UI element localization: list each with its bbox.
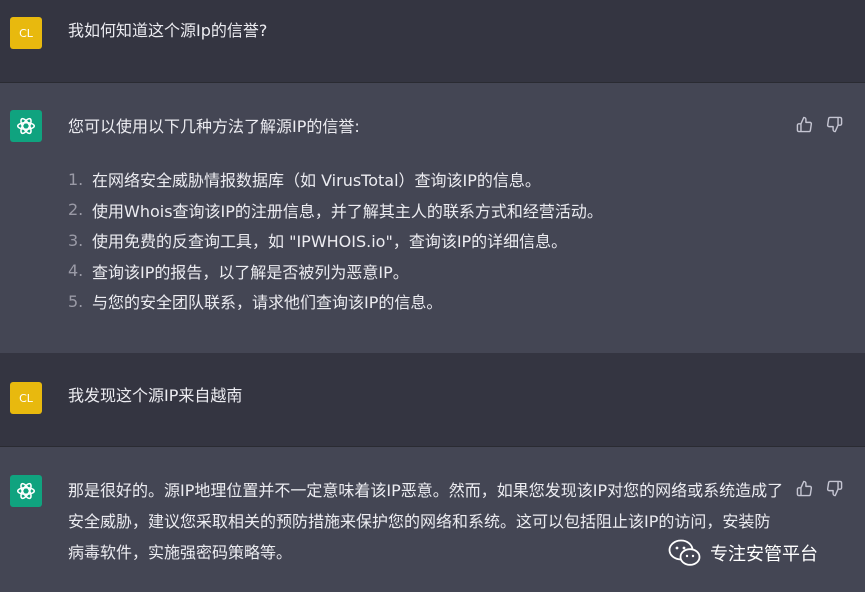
list-item-text: 使用Whois查询该IP的注册信息，并了解其主人的联系方式和经营活动。 bbox=[92, 201, 603, 221]
thumbs-up-icon bbox=[796, 116, 812, 132]
assistant-avatar bbox=[10, 110, 42, 142]
list-item-text: 与您的安全团队联系，请求他们查询该IP的信息。 bbox=[92, 293, 443, 313]
feedback-buttons bbox=[794, 114, 844, 134]
user-avatar-initials: CL bbox=[19, 391, 33, 405]
user-avatar: CL bbox=[10, 17, 42, 49]
watermark: 专注安管平台 bbox=[668, 538, 818, 568]
thumbs-down-icon bbox=[826, 480, 842, 496]
openai-logo-icon bbox=[16, 117, 36, 135]
watermark-text: 专注安管平台 bbox=[710, 544, 818, 565]
thumbs-down-button[interactable] bbox=[824, 478, 844, 498]
assistant-intro-text: 您可以使用以下几种方法了解源IP的信誉: bbox=[68, 117, 360, 136]
user-avatar: CL bbox=[10, 382, 42, 414]
list-item-number: 4. bbox=[68, 261, 84, 281]
method-list: 1. 在网络安全威胁情报数据库（如 VirusTotal）查询该IP的信息。 2.… bbox=[68, 164, 603, 317]
list-item: 3. 使用免费的反查询工具，如 "IPWHOIS.io"，查询该IP的详细信息。 bbox=[68, 225, 603, 256]
assistant-avatar bbox=[10, 475, 42, 507]
thumbs-up-button[interactable] bbox=[794, 478, 814, 498]
list-item-number: 5. bbox=[68, 291, 84, 311]
user-message-text: 我如何知道这个源Ip的信誉? bbox=[68, 21, 268, 40]
list-item-number: 1. bbox=[68, 169, 84, 189]
list-item-text: 使用免费的反查询工具，如 "IPWHOIS.io"，查询该IP的详细信息。 bbox=[92, 232, 568, 252]
user-message-2: CL 我发现这个源IP来自越南 bbox=[0, 353, 865, 446]
list-item: 2. 使用Whois查询该IP的注册信息，并了解其主人的联系方式和经营活动。 bbox=[68, 195, 603, 226]
list-item-text: 在网络安全威胁情报数据库（如 VirusTotal）查询该IP的信息。 bbox=[92, 171, 541, 191]
wechat-icon bbox=[668, 539, 701, 566]
list-item: 1. 在网络安全威胁情报数据库（如 VirusTotal）查询该IP的信息。 bbox=[68, 164, 603, 195]
list-item: 5. 与您的安全团队联系，请求他们查询该IP的信息。 bbox=[68, 286, 603, 317]
list-item-number: 2. bbox=[68, 200, 84, 220]
assistant-message-2: 那是很好的。源IP地理位置并不一定意味着该IP恶意。然而，如果您发现该IP对您的… bbox=[0, 447, 865, 592]
thumbs-down-icon bbox=[826, 116, 842, 132]
list-item: 4. 查询该IP的报告，以了解是否被列为恶意IP。 bbox=[68, 256, 603, 287]
user-avatar-initials: CL bbox=[19, 26, 33, 40]
user-message-1: CL 我如何知道这个源Ip的信誉? bbox=[0, 0, 865, 82]
openai-logo-icon bbox=[16, 482, 36, 500]
user-message-text: 我发现这个源IP来自越南 bbox=[68, 386, 243, 405]
thumbs-up-button[interactable] bbox=[794, 114, 814, 134]
feedback-buttons bbox=[794, 478, 844, 498]
list-item-text: 查询该IP的报告，以了解是否被列为恶意IP。 bbox=[92, 262, 409, 282]
thumbs-down-button[interactable] bbox=[824, 114, 844, 134]
list-item-number: 3. bbox=[68, 230, 84, 250]
thumbs-up-icon bbox=[796, 480, 812, 496]
